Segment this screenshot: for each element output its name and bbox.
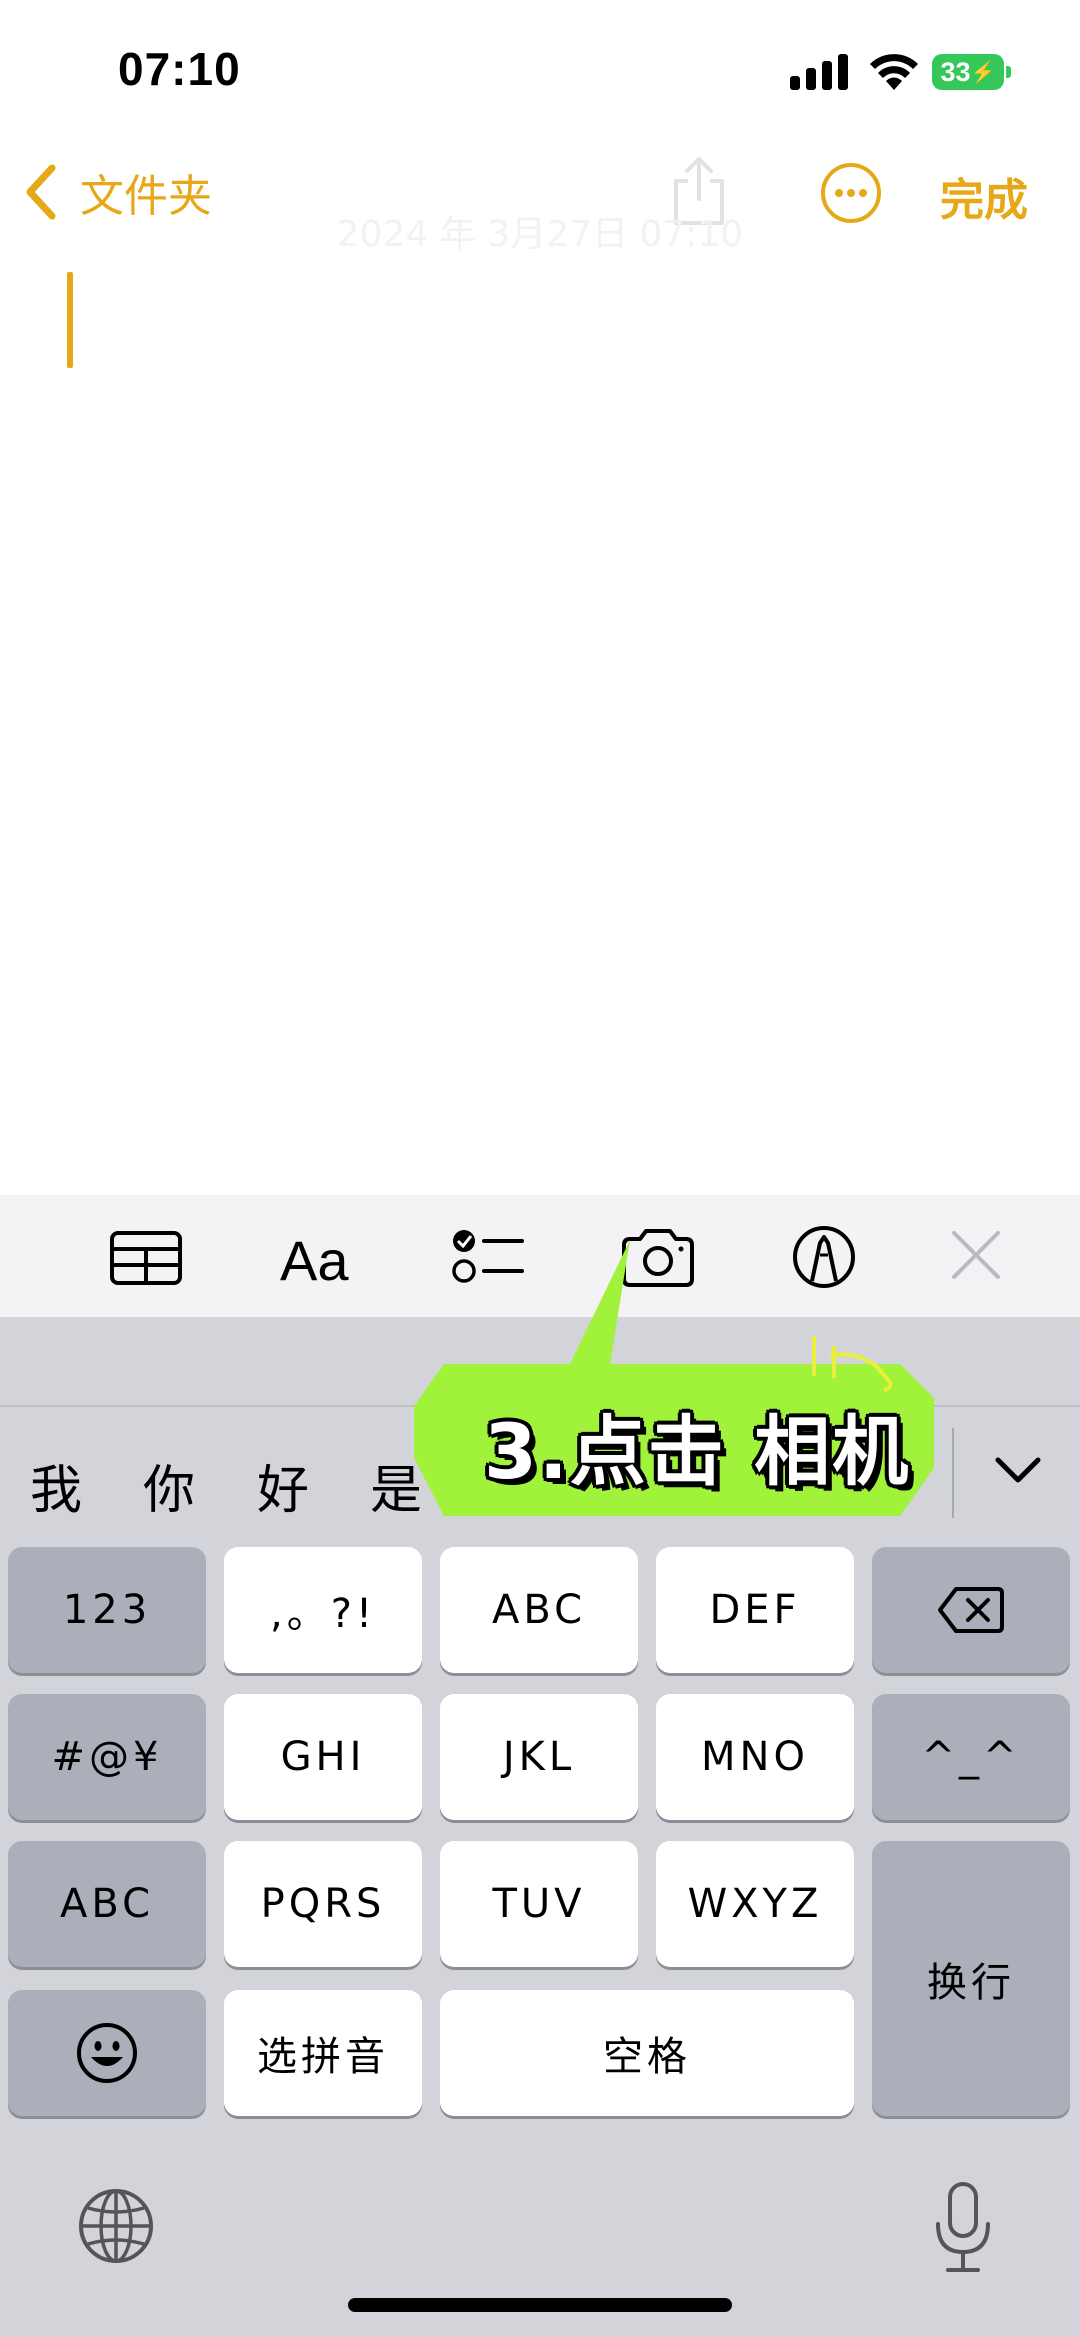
key-mno[interactable]: MNO (656, 1694, 854, 1820)
home-indicator (348, 2298, 732, 2312)
key-emoticon[interactable]: ^_^ (872, 1694, 1070, 1820)
table-icon[interactable] (106, 1225, 186, 1289)
key-ghi[interactable]: GHI (224, 1694, 422, 1820)
wifi-icon (870, 54, 918, 90)
candidate-word[interactable]: 你 (143, 1448, 195, 1523)
delete-button[interactable] (872, 1547, 1070, 1673)
close-icon[interactable] (936, 1225, 1016, 1289)
battery-cap (1006, 66, 1011, 78)
text-format-button[interactable]: Aa (280, 1228, 349, 1293)
emoji-icon (77, 2023, 137, 2083)
key-jkl[interactable]: JKL (440, 1694, 638, 1820)
battery-level: 33 (940, 56, 971, 87)
text-cursor (67, 272, 73, 368)
key-pqrs[interactable]: PQRS (224, 1841, 422, 1967)
emoji-button[interactable] (8, 1990, 206, 2116)
key-abc[interactable]: ABC (440, 1547, 638, 1673)
chevron-down-icon[interactable] (990, 1450, 1046, 1490)
candidate-word[interactable]: 我 (30, 1448, 82, 1523)
key-punctuation[interactable]: ,。?! (224, 1547, 422, 1673)
key-select-pinyin[interactable]: 选拼音 (224, 1990, 422, 2116)
callout-text: 3.点击 相机 (484, 1407, 911, 1496)
note-date: 2024 年 3月27日 07:10 (336, 214, 744, 255)
key-numbers[interactable]: 123 (8, 1547, 206, 1673)
key-return[interactable]: 换行 (872, 1841, 1070, 2116)
key-tuv[interactable]: TUV (440, 1841, 638, 1967)
battery-icon: 33 ⚡ (932, 54, 1004, 90)
delete-backspace-icon (938, 1587, 1004, 1633)
key-symbols[interactable]: #@¥ (8, 1694, 206, 1820)
microphone-icon[interactable] (928, 2180, 998, 2276)
globe-icon[interactable] (76, 2186, 156, 2266)
cellular-signal-icon (790, 54, 848, 90)
key-wxyz[interactable]: WXYZ (656, 1841, 854, 1967)
candidate-divider (952, 1428, 954, 1518)
key-def[interactable]: DEF (656, 1547, 854, 1673)
status-time: 07:10 (118, 43, 241, 95)
space-bar[interactable]: 空格 (440, 1990, 854, 2116)
key-abc-switch[interactable]: ABC (8, 1841, 206, 1967)
candidate-word[interactable]: 好 (257, 1448, 309, 1523)
